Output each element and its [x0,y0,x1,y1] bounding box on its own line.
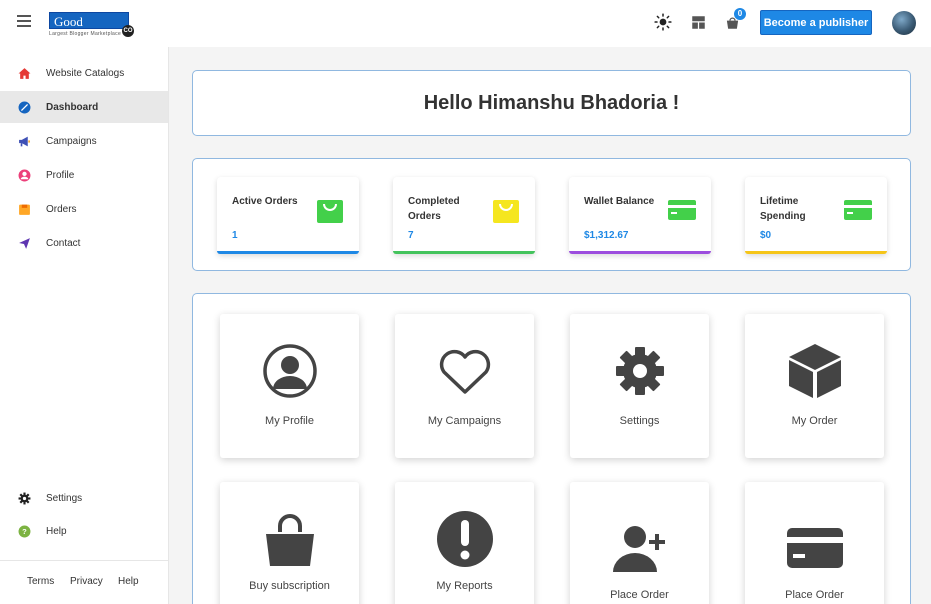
tile-place-order-card[interactable]: Place Order [745,482,884,604]
user-circle-icon [263,344,317,398]
user-icon [18,169,31,181]
exclamation-circle-icon [437,511,493,567]
greeting-card: Hello Himanshu Bhadoria ! [192,70,911,136]
sidebar-item-settings[interactable]: Settings [0,482,168,514]
privacy-link[interactable]: Privacy [70,576,103,587]
sidebar-item-label: Dashboard [46,101,99,113]
sidebar-item-label: Campaigns [46,135,97,147]
sidebar-divider [0,560,168,561]
credit-card-icon [668,200,696,220]
stat-bar [217,251,359,254]
layout-icon[interactable] [691,15,706,30]
tile-settings[interactable]: Settings [570,314,709,458]
logo-text: Good Blogger [49,12,129,44]
stat-label: Lifetime Spending [760,196,806,222]
become-publisher-button[interactable]: Become a publisher [760,10,872,35]
stat-value: $1,312.67 [584,230,629,241]
gear-icon [18,492,31,504]
stat-bar [393,251,535,254]
sidebar-item-help[interactable]: ? Help [0,515,168,547]
credit-card-icon [787,528,843,568]
sidebar: Website Catalogs Dashboard Campaigns Pro… [0,47,169,604]
top-bar: Good Blogger CO Largest Blogger Marketpl… [0,0,931,47]
stat-label: Active Orders [232,196,298,207]
tile-label: Settings [619,415,660,427]
quick-links-card: My Profile My Campaigns Settings My Orde… [192,293,911,604]
tile-label: Place Order [785,589,844,601]
user-plus-icon [613,526,665,572]
orders-icon [19,204,30,215]
page-title: Hello Himanshu Bhadoria ! [423,91,680,114]
heart-icon [439,349,491,394]
tile-label: My Order [791,415,838,427]
megaphone-icon [19,136,30,146]
sidebar-item-orders[interactable]: Orders [0,193,168,225]
help-link[interactable]: Help [118,576,139,587]
sidebar-item-dashboard[interactable]: Dashboard [0,91,168,123]
sidebar-item-label: Orders [46,203,77,215]
sun-icon[interactable] [654,13,672,31]
tile-label: Buy subscription [249,580,330,592]
svg-text:?: ? [22,527,27,536]
stat-bar [569,251,711,254]
logo[interactable]: Good Blogger CO Largest Blogger Marketpl… [49,12,134,44]
shopping-bag-icon [266,514,314,566]
tile-label: My Campaigns [427,415,502,427]
stat-value: $0 [760,230,772,241]
gear-icon [616,347,664,395]
avatar[interactable] [892,11,916,35]
logo-tagline: Largest Blogger Marketplace [49,31,122,37]
sidebar-item-contact[interactable]: Contact [0,227,168,259]
stat-wallet-balance[interactable]: Wallet Balance $1,312.67 [569,177,711,254]
stat-active-orders[interactable]: Active Orders 1 [217,177,359,254]
tile-label: My Reports [436,580,493,592]
box-icon [789,344,841,398]
sidebar-item-profile[interactable]: Profile [0,159,168,191]
stat-bar [745,251,887,254]
sidebar-item-label: Help [46,525,67,537]
stat-completed-orders[interactable]: Completed Orders 7 [393,177,535,254]
tile-my-reports[interactable]: My Reports [395,482,534,604]
sidebar-item-label: Settings [46,492,83,504]
stat-label: Wallet Balance [584,196,655,207]
tile-buy-subscription[interactable]: Buy subscription [220,482,359,604]
tile-place-order-user[interactable]: Place Order [570,482,709,604]
stat-value: 7 [408,230,414,241]
tile-my-campaigns[interactable]: My Campaigns [395,314,534,458]
home-icon [18,67,31,79]
stat-value: 1 [232,230,238,241]
sidebar-item-label: Contact [46,237,81,249]
send-icon [19,237,30,249]
tile-label: My Profile [265,415,314,427]
menu-icon[interactable] [17,15,31,27]
credit-card-icon [844,200,872,220]
dashboard-icon [18,101,31,113]
sidebar-item-website-catalogs[interactable]: Website Catalogs [0,57,168,89]
help-icon: ? [18,525,31,537]
cart-count-badge: 0 [734,8,746,20]
shopping-bag-icon [493,200,519,223]
shopping-bag-icon [317,200,343,223]
sidebar-item-label: Website Catalogs [46,67,125,79]
logo-badge: CO [122,25,134,37]
stat-label: Completed Orders [408,196,460,222]
stats-card: Active Orders 1 Completed Orders 7 Walle… [192,158,911,271]
tile-label: Place Order [610,589,669,601]
tile-my-profile[interactable]: My Profile [220,314,359,458]
tile-my-order[interactable]: My Order [745,314,884,458]
sidebar-item-label: Profile [46,169,75,181]
terms-link[interactable]: Terms [27,576,54,587]
stat-lifetime-spending[interactable]: Lifetime Spending $0 [745,177,887,254]
sidebar-item-campaigns[interactable]: Campaigns [0,125,168,157]
